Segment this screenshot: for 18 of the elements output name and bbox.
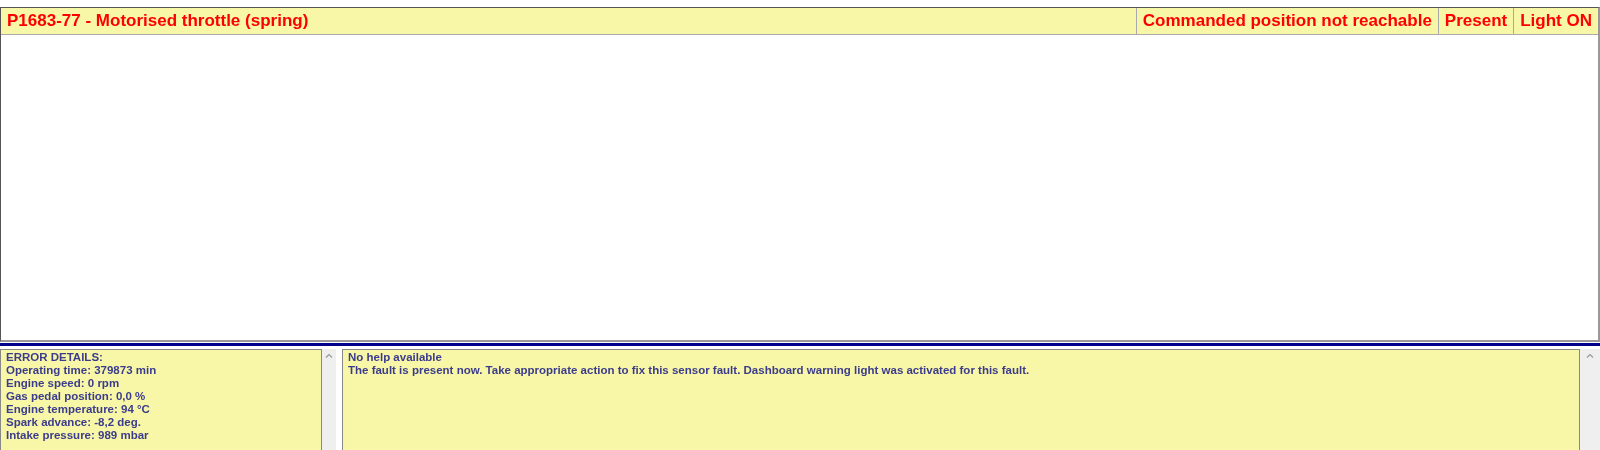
scroll-up-icon[interactable] bbox=[1586, 353, 1594, 358]
section-heading: ERROR DETAILS: bbox=[6, 351, 104, 364]
fault-title: P1683-77 - Motorised throttle (spring) bbox=[6, 10, 310, 32]
scrollbar[interactable] bbox=[322, 349, 336, 450]
detail-line: Engine temperature: 94 °C bbox=[6, 403, 151, 416]
help-title: No help available bbox=[348, 351, 443, 364]
fault-row[interactable]: P1683-77 - Motorised throttle (spring) Commanded position not reachable Present Light ON bbox=[1, 8, 1598, 35]
help-text: The fault is present now. Take appropriate action to fix this sensor fault. Dashboard warning light was activated for this fault. bbox=[348, 364, 1031, 377]
detail-line: Intake pressure: 989 mbar bbox=[6, 429, 150, 442]
fault-status: Present bbox=[1437, 8, 1514, 34]
detail-line: Engine speed: 0 rpm bbox=[6, 377, 121, 390]
fault-description: Commanded position not reachable bbox=[1135, 8, 1438, 34]
scrollbar[interactable] bbox=[1580, 349, 1600, 450]
detail-line: Spark advance: -8,2 deg. bbox=[6, 416, 142, 429]
warning-light-status: Light ON bbox=[1513, 8, 1598, 34]
detail-line: Gas pedal position: 0,0 % bbox=[6, 390, 147, 403]
detail-line: Operating time: 379873 min bbox=[6, 364, 158, 377]
scroll-up-icon[interactable] bbox=[325, 353, 333, 358]
